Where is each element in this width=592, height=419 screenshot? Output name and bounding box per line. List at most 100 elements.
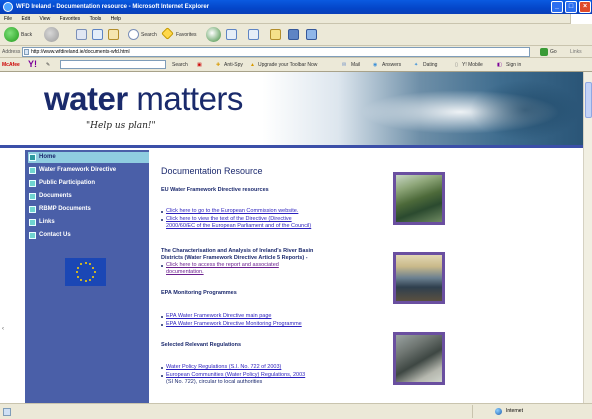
mobile-icon: ▯	[455, 62, 458, 68]
yahoo-dating-button[interactable]: Dating	[423, 61, 437, 69]
close-button[interactable]: ×	[579, 1, 591, 13]
standard-toolbar: Back Search Favorites	[0, 24, 592, 46]
link-directive-text-cont[interactable]: 2000/60/EC of the European Parliament an…	[166, 223, 311, 230]
go-button-label[interactable]: Go	[550, 49, 557, 55]
mail-icon[interactable]	[226, 29, 237, 40]
regulation-si-text: (SI No. 722), circular to local authorit…	[166, 379, 262, 386]
eu-flag-star	[76, 266, 79, 269]
back-arrow-icon[interactable]	[4, 27, 19, 42]
home-icon[interactable]	[108, 29, 119, 40]
link-epa-wfd-main[interactable]: EPA Water Framework Directive main page	[166, 313, 271, 320]
eu-flag-icon[interactable]	[65, 258, 106, 286]
nav-item-documents[interactable]: Documents	[28, 191, 149, 202]
web-page-content: water matters "Help us plan!" Home Water…	[0, 72, 583, 403]
link-european-commission[interactable]: Click here to go to the European Commiss…	[166, 208, 298, 215]
menu-file[interactable]: File	[0, 14, 16, 24]
status-divider	[472, 405, 473, 418]
yahoo-logo-icon[interactable]: Y!	[28, 59, 37, 70]
eu-flag-star	[75, 271, 78, 273]
yahoo-signin-button[interactable]: Sign in	[506, 61, 521, 69]
nav-item-home[interactable]: Home	[28, 152, 149, 163]
eu-flag-star	[80, 263, 82, 266]
coastal-rocks-photo	[393, 332, 445, 385]
mcafee-logo[interactable]: McAfee	[2, 61, 20, 69]
address-input[interactable]: http://www.wfdireland.ie/documents-wfd.h…	[22, 47, 530, 57]
nav-item-rbmp-documents[interactable]: RBMP Documents	[28, 204, 149, 215]
link-directive-text[interactable]: Click here to view the text of the Direc…	[166, 216, 292, 223]
scrollbar-thumb[interactable]	[585, 82, 592, 118]
scroll-left-arrow-icon[interactable]: ‹	[2, 326, 4, 332]
nav-item-water-framework-directive[interactable]: Water Framework Directive	[28, 165, 149, 176]
eu-flag-star	[92, 275, 95, 278]
eu-flag-star	[89, 263, 91, 266]
link-article5-report[interactable]: Click here to access the report and asso…	[166, 262, 279, 269]
favorites-star-icon[interactable]	[161, 27, 174, 40]
link-water-policy-regulations[interactable]: Water Policy Regulations (S.I. No. 722 o…	[166, 364, 281, 371]
menu-help[interactable]: Help	[107, 14, 125, 24]
page-title: Documentation Resource	[161, 166, 263, 176]
mail-icon: ✉	[342, 62, 347, 68]
internet-explorer-icon	[3, 2, 13, 12]
yahoo-search-input[interactable]	[60, 60, 166, 69]
site-banner: water matters "Help us plan!"	[0, 72, 583, 148]
list-bullet	[161, 324, 163, 326]
messenger-icon[interactable]	[306, 29, 317, 40]
search-button-label[interactable]: Search	[141, 32, 157, 38]
windows-logo-icon	[570, 14, 592, 24]
vertical-scrollbar[interactable]	[583, 72, 592, 403]
upgrade-toolbar-link[interactable]: Upgrade your Toolbar Now	[258, 61, 317, 69]
link-ec-water-policy-regulations[interactable]: European Communities (Water Policy) Regu…	[166, 372, 305, 379]
river-photo	[393, 172, 445, 225]
eu-flag-star	[89, 278, 91, 281]
nav-item-contact-us[interactable]: Contact Us	[28, 230, 149, 241]
site-tagline: "Help us plan!"	[86, 121, 156, 131]
yahoo-toolbar: McAfee Y! ✎ Search ▣ ✚ Anti-Spy ▲ Upgrad…	[0, 58, 592, 72]
list-bullet	[161, 367, 163, 369]
folder-icon[interactable]	[270, 29, 281, 40]
menu-favorites[interactable]: Favorites	[56, 14, 85, 24]
nav-item-label: RBMP Documents	[39, 206, 91, 212]
print-icon[interactable]	[248, 29, 259, 40]
yahoo-answers-button[interactable]: Answers	[382, 61, 401, 69]
list-bullet	[161, 375, 163, 377]
refresh-icon[interactable]	[92, 29, 103, 40]
window-title-bar[interactable]: WFD Ireland - Documentation resource - M…	[0, 0, 592, 14]
yahoo-mail-button[interactable]: Mail	[351, 61, 360, 69]
site-logo[interactable]: water matters	[44, 80, 243, 118]
link-article5-report-cont[interactable]: documentation.	[166, 269, 204, 276]
minimize-button[interactable]: _	[551, 1, 563, 13]
yahoo-mobile-button[interactable]: Y! Mobile	[462, 61, 483, 69]
link-epa-monitoring-programme[interactable]: EPA Water Framework Directive Monitoring…	[166, 321, 302, 328]
banner-divider	[0, 145, 583, 148]
eu-flag-star	[76, 275, 79, 278]
pencil-icon[interactable]: ✎	[46, 61, 50, 69]
go-arrow-icon[interactable]	[540, 48, 548, 56]
back-button-label[interactable]: Back	[21, 32, 32, 38]
toolbar-menu-icon[interactable]: ▣	[197, 61, 202, 69]
maximize-button[interactable]: □	[565, 1, 577, 13]
forward-arrow-icon[interactable]	[44, 27, 59, 42]
research-icon[interactable]	[288, 29, 299, 40]
list-bullet	[161, 316, 163, 318]
nav-item-label: Home	[39, 154, 56, 160]
list-bullet	[161, 265, 163, 267]
menu-tools[interactable]: Tools	[86, 14, 106, 24]
stop-icon[interactable]	[76, 29, 87, 40]
menu-edit[interactable]: Edit	[17, 14, 34, 24]
page-status-icon	[3, 408, 11, 416]
antispy-button[interactable]: Anti-Spy	[224, 61, 243, 69]
menu-view[interactable]: View	[35, 14, 54, 24]
yahoo-search-button[interactable]: Search	[172, 61, 188, 69]
eu-flag-star	[80, 278, 82, 281]
eu-flag-star	[84, 262, 87, 264]
search-icon[interactable]	[128, 29, 139, 40]
antispy-icon[interactable]: ✚	[216, 61, 220, 69]
regulation-circular-text: circular to local authorities	[198, 379, 263, 385]
nav-item-public-participation[interactable]: Public Participation	[28, 178, 149, 189]
nav-item-links[interactable]: Links	[28, 217, 149, 228]
security-zone-label: Internet	[506, 408, 523, 414]
favorites-button-label[interactable]: Favorites	[176, 32, 197, 38]
history-icon[interactable]	[206, 27, 221, 42]
logo-word-matters: matters	[127, 80, 243, 117]
links-label[interactable]: Links	[570, 49, 582, 55]
